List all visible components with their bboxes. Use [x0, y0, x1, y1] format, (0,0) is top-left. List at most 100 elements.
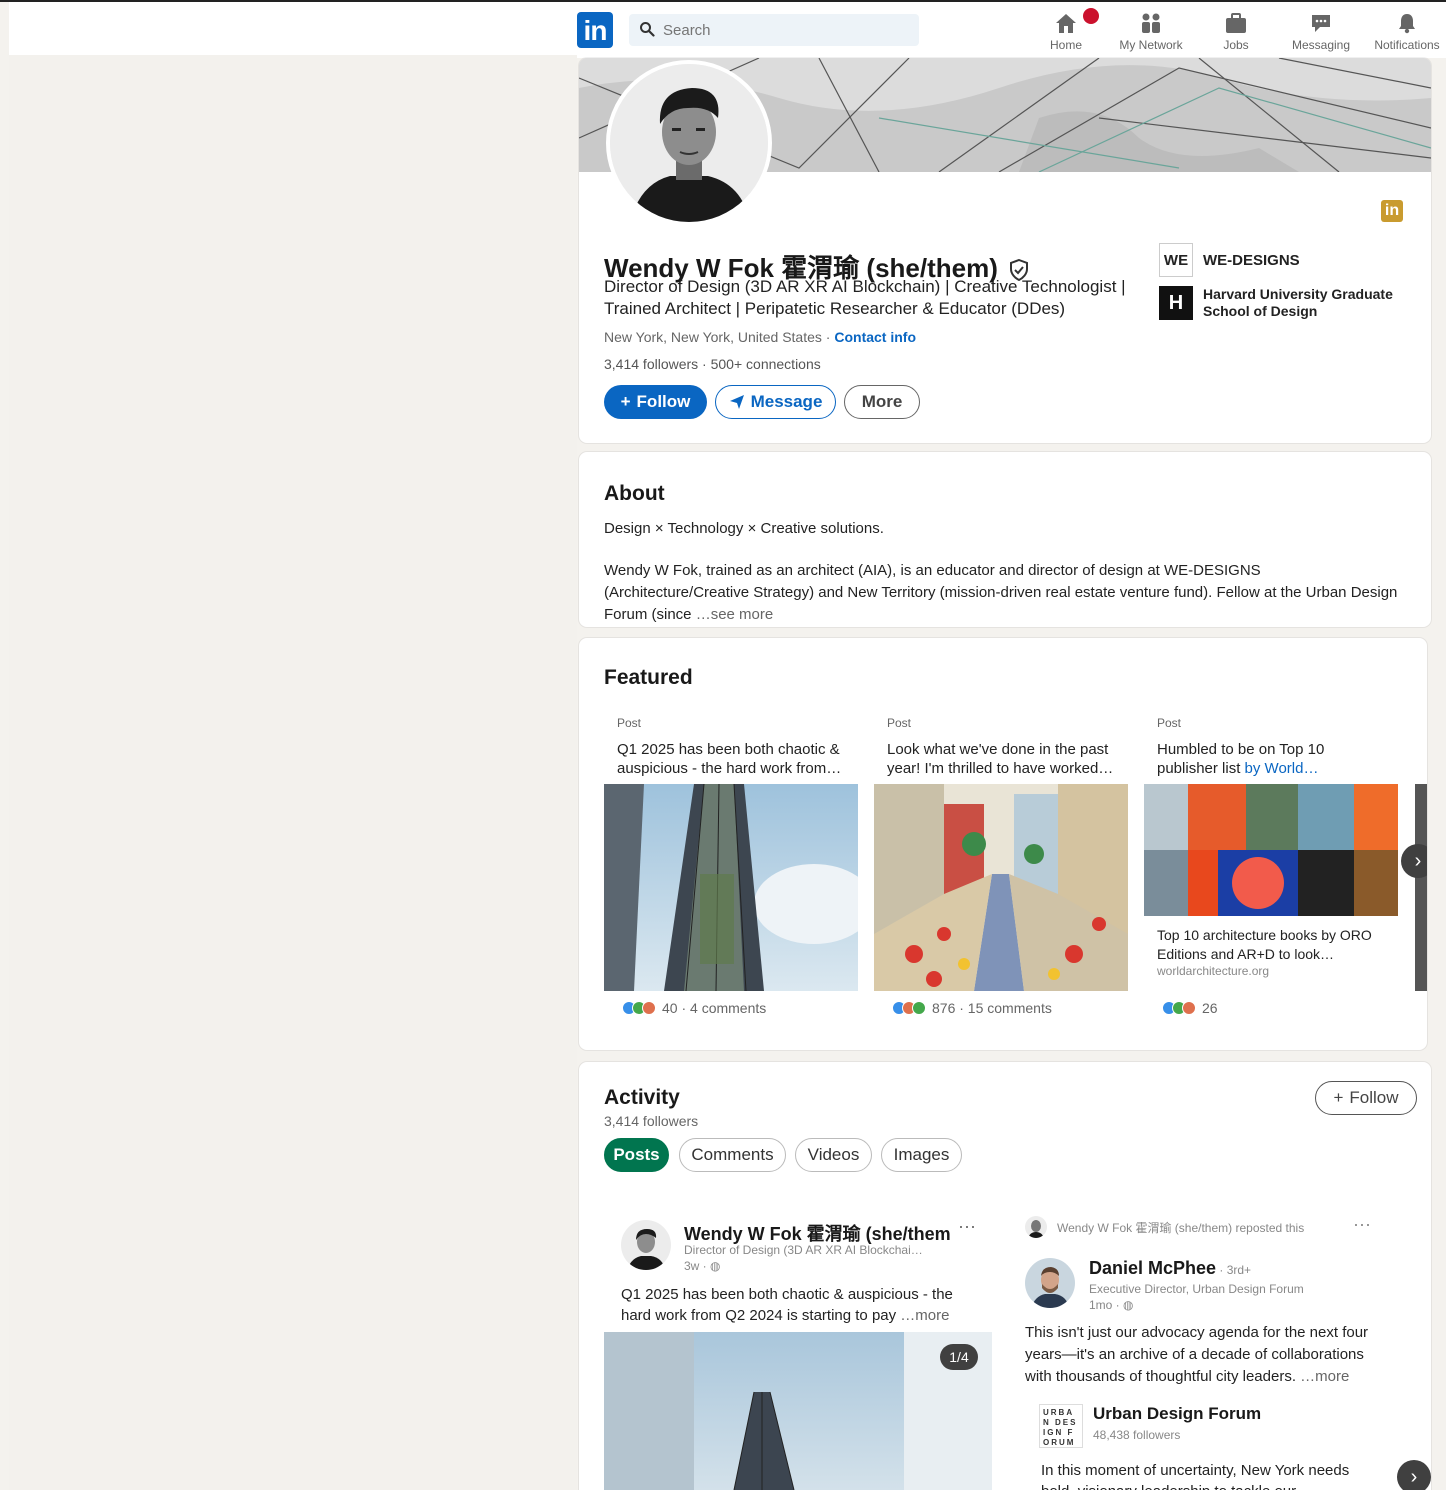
profile-location-row: New York, New York, United States · Cont… [604, 329, 916, 345]
post-author-avatar[interactable] [1025, 1258, 1075, 1308]
post-options-icon[interactable]: ··· [1353, 1214, 1371, 1235]
post-author-avatar[interactable] [621, 1220, 671, 1270]
org-we-designs[interactable]: WE WE-DESIGNS [1159, 243, 1300, 277]
more-button[interactable]: More [844, 385, 920, 419]
featured-card-link[interactable]: by World… [1245, 760, 1319, 777]
globe-icon: ◍ [1123, 1298, 1134, 1312]
featured-card-reaction-count: 26 [1202, 1000, 1218, 1016]
tab-comments[interactable]: Comments [679, 1138, 786, 1172]
premium-badge-icon[interactable]: in [1381, 200, 1403, 222]
activity-title: Activity [604, 1086, 680, 1109]
linkedin-logo-icon[interactable]: in [577, 12, 613, 48]
post-time: 1mo · ◍ [1089, 1298, 1134, 1312]
post-image[interactable]: 1/4 [604, 1332, 992, 1490]
featured-card-1[interactable]: Post Q1 2025 has been both chaotic & aus… [604, 704, 858, 1024]
location-separator: · [821, 329, 835, 345]
post-time: 3w · ◍ [684, 1259, 721, 1273]
featured-card-reaction-count: 876 · 15 comments [932, 1000, 1052, 1016]
post-see-more[interactable]: …more [896, 1307, 949, 1324]
follow-button-label: Follow [636, 392, 691, 411]
follow-button[interactable]: + Follow [604, 385, 707, 419]
about-text: Wendy W Fok, trained as an architect (AI… [604, 560, 1409, 626]
repost-header: Wendy W Fok 霍渭瑜 (she/them) reposted this [1057, 1221, 1305, 1235]
top-navbar: in Home My Network Jobs Messaging Notifi… [577, 2, 1446, 58]
org-name[interactable]: Urban Design Forum [1093, 1404, 1261, 1424]
activity-follow-button[interactable]: + Follow [1315, 1081, 1417, 1115]
profile-location: New York, New York, United States [604, 329, 822, 345]
we-designs-logo-icon: WE [1159, 243, 1193, 277]
connections-count[interactable]: · 500+ connections [698, 356, 821, 372]
featured-card-2[interactable]: Post Look what we've done in the past ye… [874, 704, 1128, 1024]
org-harvard-gsd[interactable]: H Harvard University Graduate School of … [1159, 286, 1403, 320]
tab-images[interactable]: Images [881, 1138, 962, 1172]
tab-posts[interactable]: Posts [604, 1138, 669, 1172]
org-we-designs-name: WE-DESIGNS [1203, 251, 1300, 269]
about-see-more[interactable]: …see more [692, 606, 774, 623]
featured-card-reaction-count: 40 · 4 comments [662, 1000, 767, 1016]
chevron-right-icon: › [1414, 849, 1422, 872]
shared-post-body: In this moment of uncertainty, New York … [1041, 1462, 1350, 1490]
nav-jobs[interactable]: Jobs [1213, 6, 1259, 56]
post-body: This isn't just our advocacy agenda for … [1025, 1324, 1369, 1385]
send-icon [729, 394, 745, 410]
featured-card-3[interactable]: Post Humbled to be on Top 10 publisher l… [1144, 704, 1398, 1024]
featured-card-image [874, 784, 1128, 991]
about-title: About [604, 482, 665, 505]
left-panel-header [9, 2, 577, 55]
plus-icon: + [620, 392, 631, 411]
nav-notifications-label: Notifications [1374, 38, 1440, 52]
nav-home-label: Home [1049, 38, 1082, 52]
featured-card-text: Q1 2025 has been both chaotic & auspicio… [617, 741, 842, 777]
featured-card-image [1144, 784, 1398, 916]
chevron-right-icon: › [1410, 1465, 1418, 1488]
featured-card-reactions[interactable]: 40 · 4 comments [622, 1000, 766, 1016]
more-button-label: More [861, 392, 903, 411]
messaging-icon [1309, 12, 1333, 34]
tab-videos[interactable]: Videos [795, 1138, 872, 1172]
post-author-subtitle: Director of Design (3D AR XR AI Blockcha… [684, 1243, 923, 1257]
nav-my-network[interactable]: My Network [1114, 6, 1188, 56]
activity-post-2[interactable]: Wendy W Fok 霍渭瑜 (she/them) reposted this… [1017, 1208, 1393, 1490]
home-icon [1054, 12, 1078, 34]
post-see-more[interactable]: …more [1296, 1368, 1349, 1385]
reaction-icons [892, 1001, 926, 1015]
nav-messaging[interactable]: Messaging [1289, 6, 1353, 56]
featured-title: Featured [604, 666, 693, 689]
post2-author-row[interactable]: Daniel McPhee · 3rd+ [1089, 1258, 1251, 1279]
nav-jobs-label: Jobs [1223, 38, 1249, 52]
featured-card-type: Post [617, 716, 642, 730]
message-button[interactable]: Message [715, 385, 836, 419]
followers-count[interactable]: 3,414 followers [604, 356, 698, 372]
post-options-icon[interactable]: ··· [958, 1216, 976, 1237]
featured-card-text: Humbled to be on Top 10 publisher list b… [1157, 741, 1325, 777]
nav-messaging-label: Messaging [1291, 38, 1351, 52]
about-section: About Design × Technology × Creative sol… [579, 452, 1431, 627]
search-bar[interactable] [629, 14, 919, 46]
nav-notifications[interactable]: Notifications [1369, 6, 1445, 56]
reaction-icons [622, 1001, 656, 1015]
about-tagline: Design × Technology × Creative solutions… [604, 520, 884, 537]
featured-card-4-peek[interactable] [1415, 784, 1427, 991]
search-icon [639, 21, 655, 37]
contact-info-link[interactable]: Contact info [834, 329, 916, 345]
home-notification-badge [1083, 8, 1099, 24]
profile-avatar[interactable] [606, 60, 772, 226]
activity-next-button[interactable]: › [1397, 1460, 1431, 1490]
featured-card-reactions[interactable]: 876 · 15 comments [892, 1000, 1052, 1016]
featured-section: Featured Post Q1 2025 has been both chao… [579, 638, 1427, 1050]
urban-design-forum-logo-icon: URBAN DESIGN FORUM [1039, 1404, 1083, 1448]
featured-next-button[interactable]: › [1401, 844, 1427, 878]
activity-followers: 3,414 followers [604, 1113, 699, 1129]
featured-card-reactions[interactable]: 26 [1162, 1000, 1218, 1016]
featured-card-text: Look what we've done in the past year! I… [887, 741, 1114, 777]
message-button-label: Message [750, 392, 823, 411]
harvard-gsd-logo-icon: H [1159, 286, 1193, 320]
nav-home[interactable]: Home [1041, 6, 1099, 56]
featured-link-domain: worldarchitecture.org [1157, 964, 1270, 978]
search-input[interactable] [663, 20, 903, 40]
activity-section: Activity 3,414 followers + Follow Posts C… [579, 1062, 1431, 1490]
org-followers: 48,438 followers [1093, 1428, 1181, 1442]
reaction-icons [1162, 1001, 1196, 1015]
activity-post-1[interactable]: Wendy W Fok 霍渭瑜 (she/them ··· Director o… [604, 1208, 992, 1490]
profile-headline: Director of Design (3D AR XR AI Blockcha… [604, 277, 1126, 318]
